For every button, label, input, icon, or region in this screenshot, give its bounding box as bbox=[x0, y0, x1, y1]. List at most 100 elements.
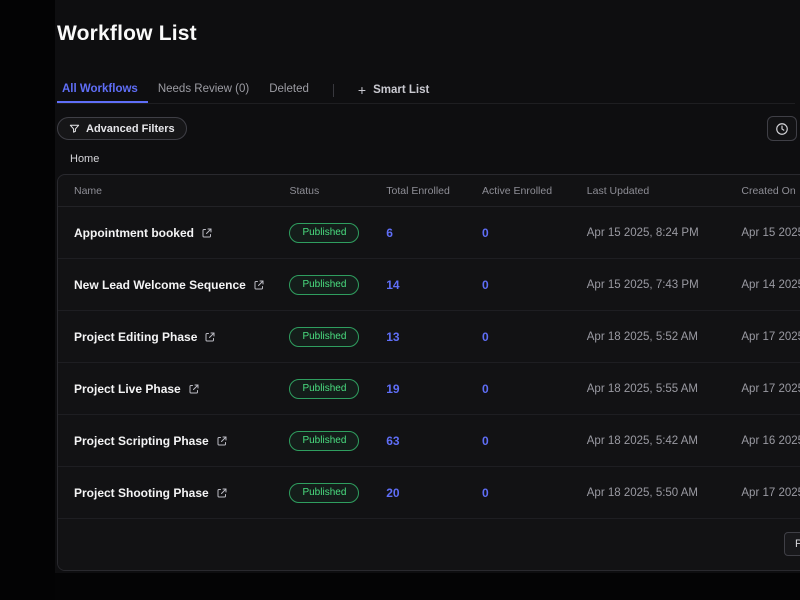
advanced-filters-button[interactable]: Advanced Filters bbox=[57, 117, 187, 140]
table-footer: Previous bbox=[58, 519, 800, 570]
status-badge: Published bbox=[289, 379, 359, 399]
last-updated-cell: Apr 18 2025, 5:50 AM bbox=[571, 487, 726, 499]
clock-icon bbox=[775, 122, 789, 136]
table-row[interactable]: Appointment booked Published 6 0 Apr 15 … bbox=[58, 207, 800, 259]
name-cell: Appointment booked bbox=[58, 226, 273, 240]
total-enrolled-cell: 6 bbox=[370, 226, 466, 240]
active-enrolled-value[interactable]: 0 bbox=[482, 434, 489, 448]
breadcrumb-home[interactable]: Home bbox=[70, 153, 99, 165]
advanced-filters-label: Advanced Filters bbox=[86, 123, 175, 135]
total-enrolled-value[interactable]: 19 bbox=[386, 382, 399, 396]
last-updated-cell: Apr 15 2025, 8:24 PM bbox=[571, 227, 726, 239]
tab-needs-review[interactable]: Needs Review (0) bbox=[148, 77, 259, 103]
total-enrolled-cell: 19 bbox=[370, 382, 466, 396]
external-link-icon[interactable] bbox=[216, 487, 228, 499]
last-updated-value: Apr 18 2025, 5:52 AM bbox=[587, 331, 698, 343]
status-cell: Published bbox=[273, 223, 370, 243]
last-updated-value: Apr 15 2025, 7:43 PM bbox=[587, 279, 699, 291]
tabs-divider bbox=[333, 84, 334, 97]
created-on-value: Apr 15 2025 bbox=[741, 227, 800, 239]
active-enrolled-value[interactable]: 0 bbox=[482, 382, 489, 396]
funnel-icon bbox=[69, 123, 80, 134]
tabs: All Workflows Needs Review (0) Deleted +… bbox=[57, 77, 795, 104]
previous-page-button[interactable]: Previous bbox=[784, 532, 800, 556]
total-enrolled-cell: 13 bbox=[370, 330, 466, 344]
last-updated-cell: Apr 18 2025, 5:55 AM bbox=[571, 383, 726, 395]
created-on-cell: Apr 16 2025 bbox=[725, 435, 800, 447]
external-link-icon[interactable] bbox=[188, 383, 200, 395]
name-cell: Project Scripting Phase bbox=[58, 434, 273, 448]
external-link-icon[interactable] bbox=[204, 331, 216, 343]
column-header-active-enrolled: Active Enrolled bbox=[466, 185, 571, 197]
active-enrolled-value[interactable]: 0 bbox=[482, 226, 489, 240]
total-enrolled-value[interactable]: 20 bbox=[386, 486, 399, 500]
created-on-value: Apr 16 2025 bbox=[741, 435, 800, 447]
workflow-name[interactable]: New Lead Welcome Sequence bbox=[74, 278, 246, 292]
status-cell: Published bbox=[273, 327, 370, 347]
active-enrolled-cell: 0 bbox=[466, 434, 571, 448]
last-updated-cell: Apr 15 2025, 7:43 PM bbox=[571, 279, 726, 291]
table-header-row: NameStatusTotal EnrolledActive EnrolledL… bbox=[58, 175, 800, 207]
total-enrolled-value[interactable]: 13 bbox=[386, 330, 399, 344]
last-updated-value: Apr 18 2025, 5:55 AM bbox=[587, 383, 698, 395]
table-row[interactable]: New Lead Welcome Sequence Published 14 0… bbox=[58, 259, 800, 311]
active-enrolled-cell: 0 bbox=[466, 382, 571, 396]
main-content: Workflow List All Workflows Needs Review… bbox=[55, 0, 800, 573]
name-cell: Project Shooting Phase bbox=[58, 486, 273, 500]
status-cell: Published bbox=[273, 431, 370, 451]
created-on-cell: Apr 17 2025 bbox=[725, 383, 800, 395]
column-header-total-enrolled: Total Enrolled bbox=[370, 185, 466, 197]
workflow-name[interactable]: Project Shooting Phase bbox=[74, 486, 209, 500]
total-enrolled-cell: 14 bbox=[370, 278, 466, 292]
column-header-created-on: Created On bbox=[725, 185, 800, 197]
active-enrolled-value[interactable]: 0 bbox=[482, 486, 489, 500]
smart-list-label: Smart List bbox=[373, 78, 429, 103]
status-badge: Published bbox=[289, 275, 359, 295]
table-row[interactable]: Project Scripting Phase Published 63 0 A… bbox=[58, 415, 800, 467]
active-enrolled-value[interactable]: 0 bbox=[482, 330, 489, 344]
tab-deleted[interactable]: Deleted bbox=[259, 77, 319, 103]
tab-all-workflows[interactable]: All Workflows bbox=[57, 77, 148, 103]
workflow-table: NameStatusTotal EnrolledActive EnrolledL… bbox=[57, 174, 800, 571]
external-link-icon[interactable] bbox=[201, 227, 213, 239]
total-enrolled-value[interactable]: 6 bbox=[386, 226, 393, 240]
last-updated-value: Apr 15 2025, 8:24 PM bbox=[587, 227, 699, 239]
workflow-name[interactable]: Project Live Phase bbox=[74, 382, 181, 396]
external-link-icon[interactable] bbox=[253, 279, 265, 291]
created-on-value: Apr 17 2025 bbox=[741, 331, 800, 343]
active-enrolled-cell: 0 bbox=[466, 486, 571, 500]
workflow-name[interactable]: Project Editing Phase bbox=[74, 330, 197, 344]
status-badge: Published bbox=[289, 431, 359, 451]
workflow-name[interactable]: Appointment booked bbox=[74, 226, 194, 240]
active-enrolled-cell: 0 bbox=[466, 278, 571, 292]
created-on-cell: Apr 15 2025 bbox=[725, 227, 800, 239]
created-on-cell: Apr 14 2025 bbox=[725, 279, 800, 291]
last-updated-cell: Apr 18 2025, 5:42 AM bbox=[571, 435, 726, 447]
created-on-value: Apr 14 2025 bbox=[741, 279, 800, 291]
created-on-cell: Apr 17 2025 bbox=[725, 331, 800, 343]
workflow-name[interactable]: Project Scripting Phase bbox=[74, 434, 209, 448]
plus-icon: + bbox=[358, 83, 366, 97]
table-row[interactable]: Project Editing Phase Published 13 0 Apr… bbox=[58, 311, 800, 363]
created-on-value: Apr 17 2025 bbox=[741, 383, 800, 395]
table-row[interactable]: Project Shooting Phase Published 20 0 Ap… bbox=[58, 467, 800, 519]
status-cell: Published bbox=[273, 275, 370, 295]
active-enrolled-cell: 0 bbox=[466, 226, 571, 240]
left-sidebar bbox=[0, 0, 55, 600]
history-button[interactable] bbox=[767, 116, 797, 141]
page-title: Workflow List bbox=[57, 22, 197, 46]
total-enrolled-cell: 63 bbox=[370, 434, 466, 448]
total-enrolled-value[interactable]: 63 bbox=[386, 434, 399, 448]
table-row[interactable]: Project Live Phase Published 19 0 Apr 18… bbox=[58, 363, 800, 415]
status-badge: Published bbox=[289, 223, 359, 243]
last-updated-value: Apr 18 2025, 5:42 AM bbox=[587, 435, 698, 447]
last-updated-cell: Apr 18 2025, 5:52 AM bbox=[571, 331, 726, 343]
column-header-name: Name bbox=[58, 185, 273, 197]
active-enrolled-value[interactable]: 0 bbox=[482, 278, 489, 292]
external-link-icon[interactable] bbox=[216, 435, 228, 447]
smart-list-button[interactable]: + Smart List bbox=[348, 77, 439, 103]
active-enrolled-cell: 0 bbox=[466, 330, 571, 344]
total-enrolled-value[interactable]: 14 bbox=[386, 278, 399, 292]
created-on-cell: Apr 17 2025 bbox=[725, 487, 800, 499]
total-enrolled-cell: 20 bbox=[370, 486, 466, 500]
